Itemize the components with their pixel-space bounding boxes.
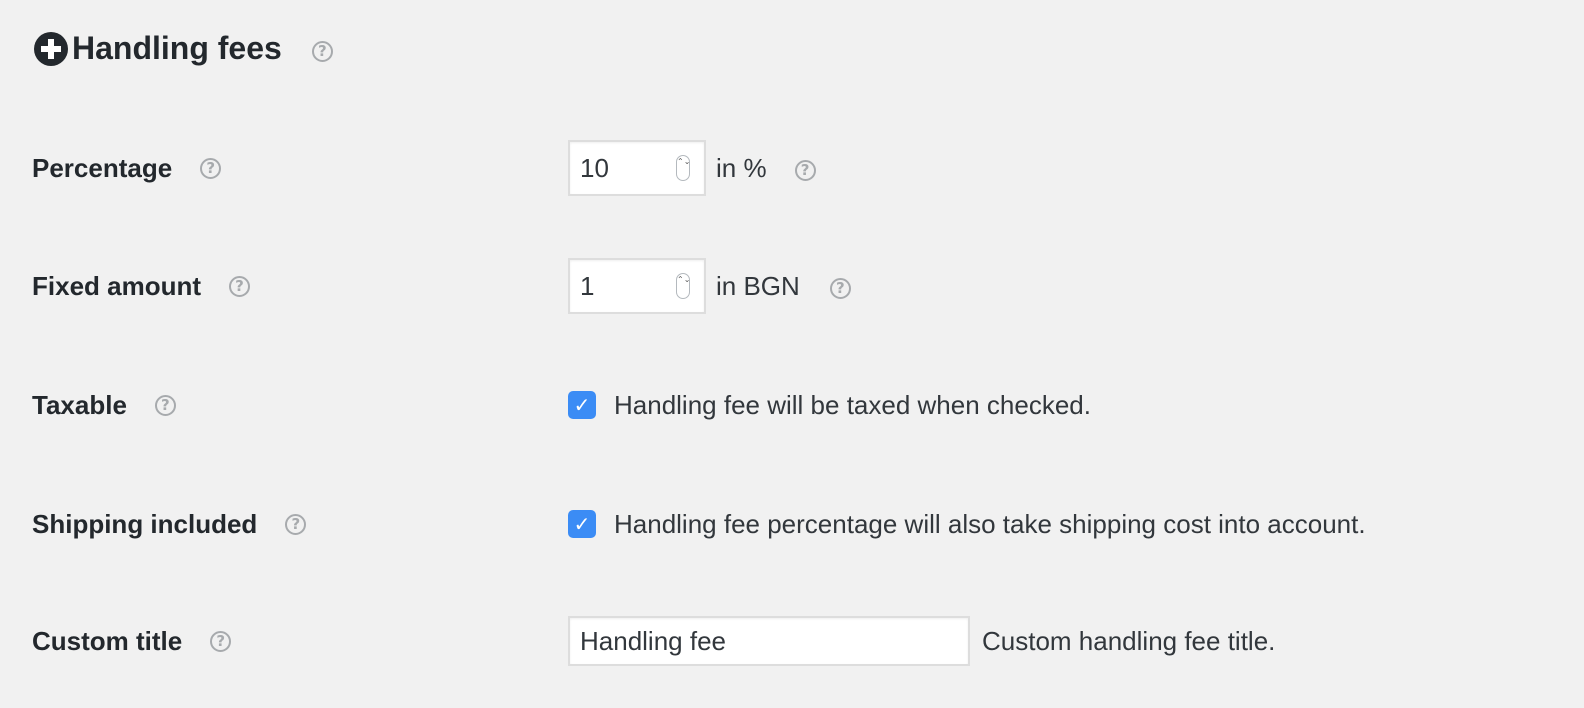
stepper-arrows-icon[interactable]: ⌃⌄: [676, 155, 690, 181]
percentage-label: Percentage: [32, 152, 173, 183]
shipping-included-description: Handling fee percentage will also take s…: [614, 508, 1366, 539]
percentage-row: Percentage ? 10 ⌃⌄ in % ?: [0, 138, 1584, 198]
stepper-arrows-icon[interactable]: ⌃⌄: [676, 273, 690, 299]
question-circle-icon[interactable]: ?: [200, 157, 222, 179]
custom-title-input[interactable]: Handling fee: [568, 616, 970, 666]
question-circle-icon[interactable]: ?: [285, 513, 307, 535]
shipping-included-checkbox[interactable]: ✓: [568, 510, 596, 538]
taxable-label-group: Taxable ?: [32, 375, 176, 435]
percentage-label-group: Percentage ?: [32, 138, 222, 198]
question-circle-icon[interactable]: ?: [311, 41, 333, 62]
checkmark-icon: ✓: [573, 393, 591, 417]
question-circle-icon[interactable]: ?: [229, 275, 251, 297]
percentage-value: 10: [580, 152, 609, 183]
taxable-row: Taxable ? ✓ Handling fee will be taxed w…: [0, 375, 1584, 435]
checkmark-icon: ✓: [573, 512, 591, 536]
taxable-description: Handling fee will be taxed when checked.: [614, 389, 1091, 420]
fixed-amount-unit: in BGN: [716, 270, 800, 301]
taxable-field-group: ✓ Handling fee will be taxed when checke…: [568, 375, 1091, 435]
custom-title-field-group: Handling fee Custom handling fee title.: [568, 611, 1275, 671]
section-header: Handling fees ?: [34, 30, 333, 67]
percentage-input[interactable]: 10 ⌃⌄: [568, 140, 706, 196]
custom-title-label: Custom title: [32, 625, 183, 656]
fixed-amount-value: 1: [580, 270, 595, 301]
shipping-included-label-group: Shipping included ?: [32, 494, 307, 554]
custom-title-value: Handling fee: [580, 625, 726, 656]
taxable-checkbox[interactable]: ✓: [568, 391, 596, 419]
fixed-amount-row: Fixed amount ? 1 ⌃⌄ in BGN ?: [0, 256, 1584, 316]
custom-title-description: Custom handling fee title.: [982, 625, 1276, 656]
shipping-included-field-group: ✓ Handling fee percentage will also take…: [568, 494, 1366, 554]
taxable-label: Taxable: [32, 389, 127, 420]
handling-fees-settings: Handling fees ? Percentage ? 10 ⌃⌄ in % …: [0, 0, 1584, 708]
fixed-amount-field-group: 1 ⌃⌄ in BGN ?: [568, 256, 851, 316]
custom-title-row: Custom title ? Handling fee Custom handl…: [0, 611, 1584, 671]
percentage-field-group: 10 ⌃⌄ in % ?: [568, 138, 816, 198]
shipping-included-row: Shipping included ? ✓ Handling fee perce…: [0, 494, 1584, 554]
fixed-amount-label: Fixed amount: [32, 270, 202, 301]
percentage-unit: in %: [716, 152, 767, 183]
question-circle-icon[interactable]: ?: [210, 630, 232, 652]
plus-circle-icon[interactable]: [34, 31, 68, 66]
custom-title-label-group: Custom title ?: [32, 611, 232, 671]
shipping-included-label: Shipping included: [32, 508, 258, 539]
question-circle-icon[interactable]: ?: [154, 394, 176, 416]
fixed-amount-input[interactable]: 1 ⌃⌄: [568, 258, 706, 314]
fixed-amount-label-group: Fixed amount ?: [32, 256, 251, 316]
section-title: Handling fees: [72, 30, 282, 66]
question-circle-icon[interactable]: ?: [794, 159, 816, 181]
question-circle-icon[interactable]: ?: [829, 277, 851, 299]
